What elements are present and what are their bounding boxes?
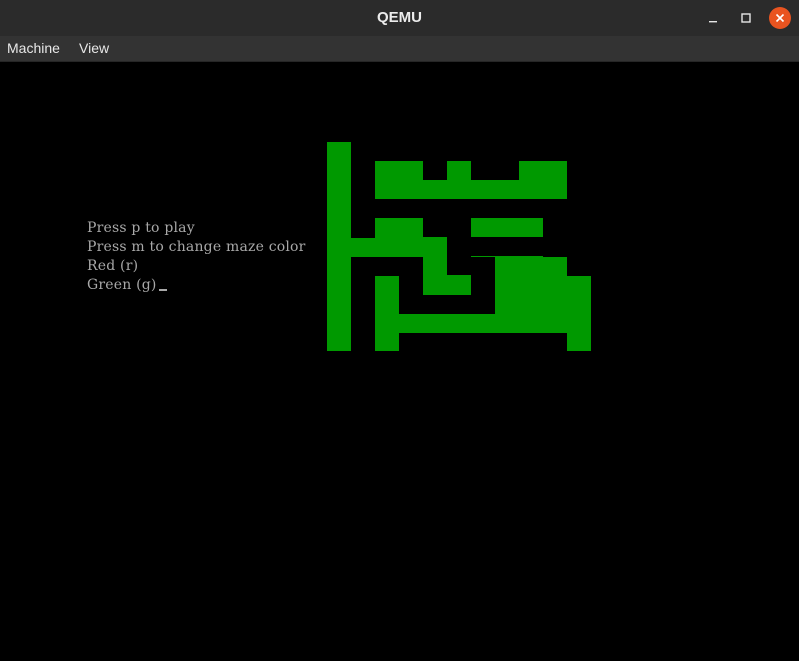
maze-passage <box>447 199 567 218</box>
minimize-button[interactable] <box>702 7 724 29</box>
close-button[interactable] <box>769 7 791 29</box>
menu-machine[interactable]: Machine <box>7 36 60 61</box>
maximize-icon <box>741 13 751 23</box>
minimize-icon <box>709 21 717 23</box>
window-title: QEMU <box>377 9 422 26</box>
vm-display[interactable]: Press p to play Press m to change maze c… <box>0 62 799 661</box>
maze-passage <box>543 218 567 257</box>
terminal-line-green: Green (g) <box>87 277 157 293</box>
maze-passage <box>471 161 519 180</box>
text-cursor <box>158 289 167 291</box>
menu-view[interactable]: View <box>79 36 109 61</box>
maze-passage <box>399 276 423 295</box>
maze-passage <box>447 218 471 275</box>
maze-passage <box>375 257 423 276</box>
maze-passage <box>351 257 375 351</box>
maze-passage <box>399 333 567 352</box>
maximize-button[interactable] <box>735 7 757 29</box>
terminal-line-red: Red (r) <box>87 258 139 274</box>
terminal-line-play: Press p to play <box>87 220 195 236</box>
maze <box>327 142 591 352</box>
terminal-line-maze-color: Press m to change maze color <box>87 239 306 255</box>
maze-passage <box>351 142 375 238</box>
maze-passage <box>567 161 591 276</box>
window-titlebar[interactable]: QEMU <box>0 0 799 36</box>
maze-passage <box>399 295 495 314</box>
maze-passage <box>423 161 447 180</box>
terminal-line-green-container: Green (g) <box>87 276 167 295</box>
close-icon <box>775 13 785 23</box>
maze-passage <box>375 142 591 161</box>
menubar: Machine View <box>0 36 799 62</box>
maze-passage <box>471 257 495 295</box>
maze-passage <box>471 237 543 256</box>
